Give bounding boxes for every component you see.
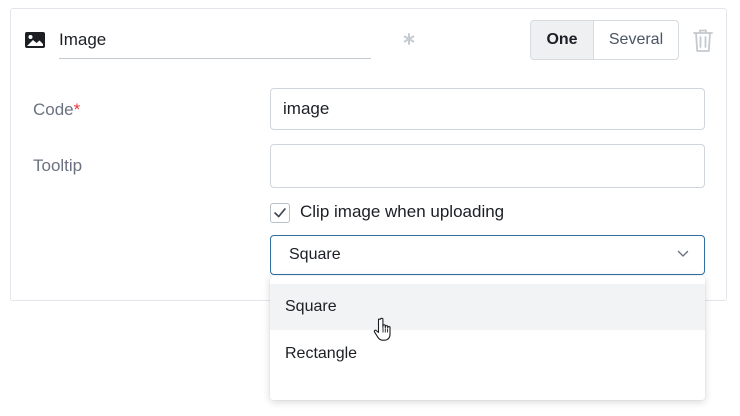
code-label-text: Code xyxy=(33,100,74,119)
tooltip-input[interactable] xyxy=(270,144,705,188)
shape-select[interactable]: Square xyxy=(270,235,705,275)
checkmark-icon xyxy=(274,208,286,218)
required-mark: * xyxy=(73,100,81,119)
clip-image-checkbox[interactable] xyxy=(270,203,290,223)
option-square[interactable]: Square xyxy=(270,284,705,330)
asterisk-icon[interactable] xyxy=(401,31,417,47)
code-input[interactable]: image xyxy=(270,88,705,130)
shape-dropdown-menu: Square Rectangle xyxy=(270,276,705,400)
hand-cursor-icon xyxy=(373,317,391,341)
clip-image-label[interactable]: Clip image when uploading xyxy=(300,202,504,222)
image-icon xyxy=(25,32,45,48)
chevron-down-icon xyxy=(677,250,689,257)
trash-icon[interactable] xyxy=(692,28,714,53)
code-label: Code* xyxy=(33,100,80,120)
option-one-button[interactable]: One xyxy=(531,21,594,59)
tooltip-label: Tooltip xyxy=(33,156,83,175)
option-rectangle[interactable]: Rectangle xyxy=(270,331,705,377)
shape-select-value: Square xyxy=(289,246,341,263)
field-name-input[interactable]: Image xyxy=(59,26,371,59)
multiplicity-toggle: One Several xyxy=(530,20,679,60)
option-several-button[interactable]: Several xyxy=(594,21,678,59)
